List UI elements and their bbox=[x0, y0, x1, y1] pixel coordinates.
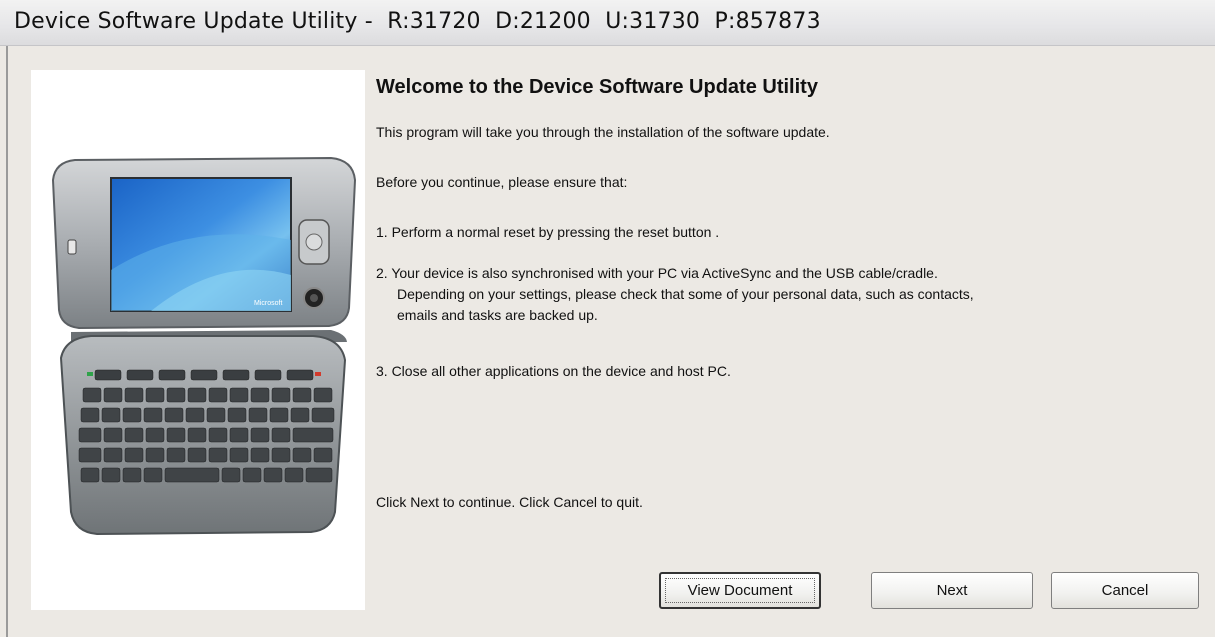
cancel-label: Cancel bbox=[1101, 582, 1149, 599]
step-2-line-3: emails and tasks are backed up. bbox=[397, 307, 598, 323]
next-label: Next bbox=[936, 582, 968, 599]
intro-text: This program will take you through the i… bbox=[376, 124, 830, 140]
focus-rectangle bbox=[665, 578, 815, 603]
step-1-text: 1. Perform a normal reset by pressing th… bbox=[376, 224, 720, 240]
view-document-button[interactable]: View Document bbox=[659, 572, 821, 609]
title-bar[interactable]: Device Software Update Utility - R:31720… bbox=[0, 0, 1215, 46]
next-button[interactable]: Next bbox=[871, 572, 1033, 609]
page-heading: Welcome to the Device Software Update Ut… bbox=[376, 76, 818, 98]
step-3-text: 3. Close all other applications on the d… bbox=[376, 363, 731, 379]
update-utility-window: Device Software Update Utility - R:31720… bbox=[0, 0, 1215, 637]
window-title: Device Software Update Utility - R:31720… bbox=[14, 9, 821, 34]
step-2-line-2: Depending on your settings, please check… bbox=[397, 286, 974, 302]
cancel-button[interactable]: Cancel bbox=[1051, 572, 1199, 609]
before-text: Before you continue, please ensure that: bbox=[376, 174, 628, 190]
device-image-panel: Microsoft bbox=[31, 70, 365, 610]
step-2-line-1: 2. Your device is also synchronised with… bbox=[376, 265, 938, 281]
screen-brand-logo: Microsoft bbox=[254, 300, 282, 307]
pocket-pc-device-image: Microsoft bbox=[51, 156, 357, 536]
footer-instructions: Click Next to continue. Click Cancel to … bbox=[376, 494, 643, 510]
window-border bbox=[6, 46, 8, 637]
